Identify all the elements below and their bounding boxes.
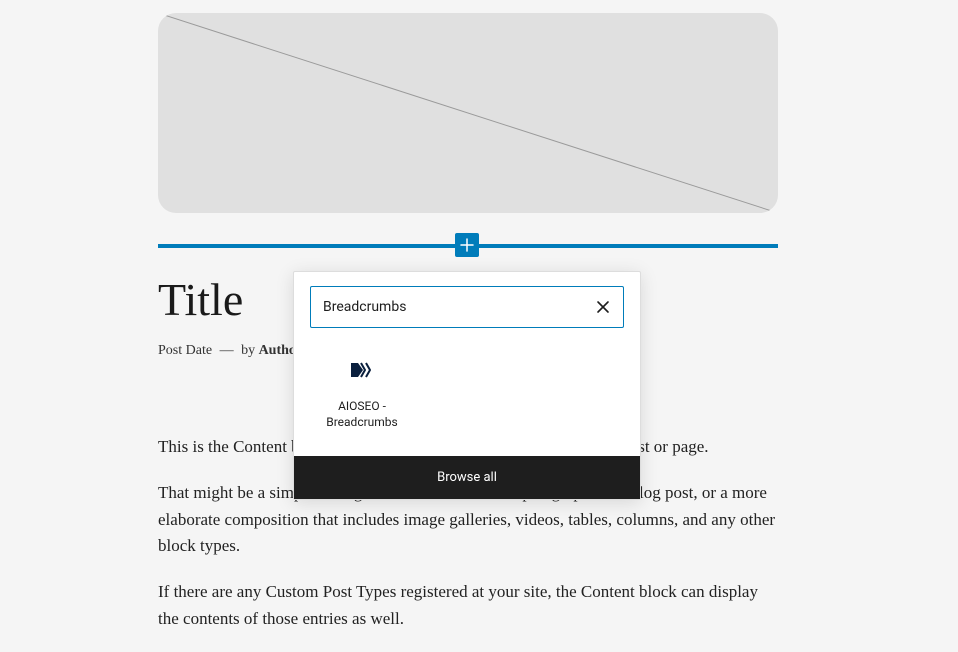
- inserter-results: AIOSEO - Breadcrumbs: [294, 342, 640, 456]
- post-date-label[interactable]: Post Date: [158, 343, 212, 358]
- close-icon: [596, 300, 610, 314]
- content-paragraph[interactable]: If there are any Custom Post Types regis…: [158, 579, 778, 632]
- block-inserter-popover: AIOSEO - Breadcrumbs Browse all: [293, 271, 641, 500]
- plus-icon: [459, 237, 475, 253]
- post-title[interactable]: Title: [158, 275, 243, 326]
- clear-search-button[interactable]: [583, 287, 623, 327]
- placeholder-diagonal-icon: [158, 13, 778, 213]
- add-block-button[interactable]: [455, 233, 479, 257]
- inserter-search-field-wrap: [310, 286, 624, 328]
- editor-canvas: Title Post Date — by Author This is the …: [0, 0, 958, 629]
- block-item-aioseo-breadcrumbs[interactable]: AIOSEO - Breadcrumbs: [310, 350, 414, 436]
- by-label: by: [241, 343, 255, 358]
- featured-image-placeholder[interactable]: [158, 13, 778, 213]
- post-meta: Post Date — by Author: [158, 343, 302, 359]
- browse-all-label: Browse all: [437, 470, 497, 485]
- block-item-label: AIOSEO - Breadcrumbs: [314, 398, 410, 430]
- meta-separator: —: [220, 343, 234, 358]
- aioseo-breadcrumbs-icon: [314, 356, 410, 384]
- block-search-input[interactable]: [311, 287, 583, 327]
- inserter-search-wrap: [294, 272, 640, 342]
- browse-all-button[interactable]: Browse all: [294, 456, 640, 499]
